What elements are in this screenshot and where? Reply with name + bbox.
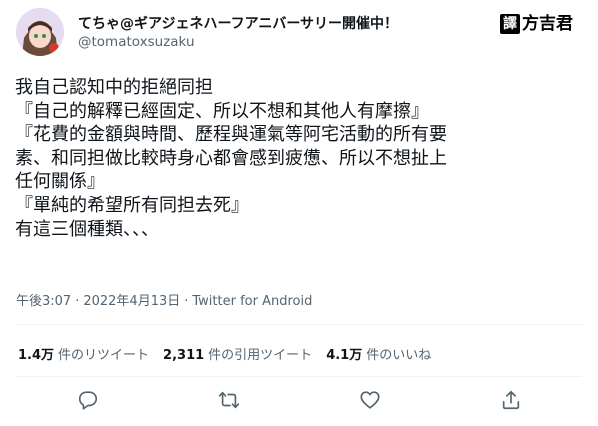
share-icon [502, 390, 520, 410]
reply-button[interactable] [76, 388, 100, 412]
retweets-label: 件のリツイート [58, 348, 150, 363]
like-button[interactable] [358, 388, 382, 412]
author-display-name[interactable]: てちゃ@ギアジェネハーフアニバーサリー開催中！ [78, 13, 398, 33]
author-handle[interactable]: @tomatoxsuzaku [78, 34, 195, 50]
tweet-text: 我自己認知中的拒絕同担 『自己的解釋已經固定、所以不想和其他人有摩擦』 『花費的… [15, 76, 585, 241]
tweet-time[interactable]: 午後3:07 [16, 294, 71, 309]
share-button[interactable] [499, 388, 523, 412]
tweet-card: てちゃ@ギアジェネハーフアニバーサリー開催中！ @tomatoxsuzaku 譯… [0, 0, 598, 426]
tweet-line: 『自己的解釋已經固定、所以不想和其他人有摩擦』 [15, 100, 429, 122]
tweet-source[interactable]: Twitter for Android [192, 294, 312, 309]
retweets-count: 1.4万 [18, 348, 55, 363]
tweet-stats: 1.4万 件のリツイート 2,311 件の引用ツイート 4.1万 件のいいね [18, 344, 431, 363]
reply-icon [78, 391, 98, 410]
avatar-image [16, 8, 64, 56]
watermark-label: 譯 [500, 14, 520, 34]
likes-stat[interactable]: 4.1万 件のいいね [326, 344, 431, 363]
retweet-button[interactable] [217, 388, 241, 412]
tweet-line: 有這三個種類、、、 [15, 218, 159, 240]
tweet-meta: 午後3:07 · 2022年4月13日 · Twitter for Android [16, 294, 313, 309]
tweet-line: 我自己認知中的拒絕同担 [15, 77, 213, 98]
quotes-label: 件の引用ツイート [208, 348, 313, 363]
translator-watermark: 譯 方吉君 [500, 12, 573, 36]
quotes-stat[interactable]: 2,311 件の引用ツイート [163, 344, 312, 363]
likes-count: 4.1万 [326, 348, 363, 363]
tweet-line: 『花費的金額與時間、歷程與運氣等阿宅活動的所有要 [15, 124, 447, 146]
divider [16, 376, 582, 377]
quotes-count: 2,311 [163, 348, 205, 363]
tweet-line: 『單純的希望所有同担去死』 [15, 194, 249, 216]
retweet-icon [218, 391, 240, 409]
watermark-name: 方吉君 [522, 14, 573, 34]
tweet-line: 素、和同担做比較時身心都會感到疲憊、所以不想扯上 [15, 147, 447, 169]
avatar[interactable] [16, 8, 64, 56]
action-bar [0, 388, 598, 416]
likes-label: 件のいいね [366, 348, 432, 363]
divider [16, 324, 582, 325]
retweets-stat[interactable]: 1.4万 件のリツイート [18, 344, 149, 363]
heart-icon [360, 391, 380, 409]
tweet-line: 任何關係』 [15, 171, 105, 193]
tweet-date[interactable]: 2022年4月13日 [83, 294, 180, 309]
